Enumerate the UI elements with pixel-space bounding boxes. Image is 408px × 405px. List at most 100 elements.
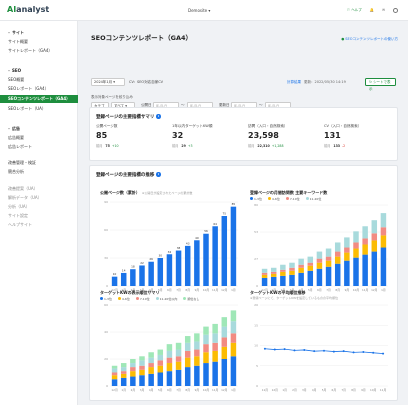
sidebar-item-seo-report-ua[interactable]: SEOレポート（UA） bbox=[8, 105, 78, 113]
legend-item: 11-20位以内 bbox=[155, 297, 181, 301]
sidebar-item-competitor[interactable]: 競合分析 bbox=[8, 168, 78, 176]
help-link[interactable]: ⚐ ヘルプ bbox=[347, 8, 362, 12]
bar-segment bbox=[353, 231, 359, 243]
bar-segment bbox=[184, 357, 191, 368]
main-content: SEOコンテンツレポート（GA4） ●SEOコンテンツレポートの使い方 2024… bbox=[79, 21, 408, 405]
cv-value[interactable]: SEO対応自家CV bbox=[137, 80, 163, 84]
info-icon[interactable]: i bbox=[156, 172, 161, 177]
metric-prev-value: 29 bbox=[181, 144, 186, 148]
legend-swatch bbox=[305, 197, 309, 200]
bell-icon[interactable]: 🔔 bbox=[370, 8, 374, 12]
bar-segment bbox=[289, 262, 295, 269]
bar-segment bbox=[212, 333, 218, 344]
chart1-svg: 0306090101418222630343843495664758512月 1月… bbox=[104, 200, 238, 292]
bar bbox=[148, 261, 154, 286]
legend-swatch bbox=[155, 297, 159, 300]
trend-title-text: 登録ページの主要指標の推移 bbox=[96, 172, 155, 178]
bar bbox=[184, 245, 191, 286]
bar-segment bbox=[175, 349, 182, 357]
bar-segment bbox=[111, 375, 118, 380]
site-selector[interactable]: Demosite ▾ bbox=[188, 8, 210, 13]
bar-value-label: 85 bbox=[232, 202, 236, 206]
sidebar-item-analysis-ua[interactable]: 分析（UA） bbox=[8, 203, 78, 211]
guide-link[interactable]: ●SEOコンテンツレポートの使い方 bbox=[341, 37, 398, 41]
bar-segment bbox=[280, 264, 286, 271]
bar-segment bbox=[362, 226, 368, 239]
bar-segment bbox=[221, 317, 228, 327]
bar-segment bbox=[203, 326, 209, 335]
metric-label: 公開ページ数 bbox=[96, 124, 118, 128]
sidebar-item-help-site[interactable]: ヘルプサイト bbox=[8, 221, 78, 229]
bar-segment bbox=[148, 367, 154, 375]
logo-text: analyst bbox=[16, 5, 50, 14]
metric-label: 訪問（入口・自然検索） bbox=[248, 124, 288, 128]
updated-time: 更新：2022/05/30 14:19 bbox=[304, 80, 346, 84]
legend-item: 4-6位 bbox=[267, 197, 283, 201]
chevron-down-icon: ▾ bbox=[113, 80, 116, 84]
sidebar-item-ads-report[interactable]: 広告レポート bbox=[8, 143, 78, 151]
metric-card: 訪問（入口・自然検索） 23,598 前月 22,310 +1,288 bbox=[248, 120, 316, 150]
chevron-down-icon: ▾ bbox=[208, 8, 211, 13]
bar-segment bbox=[130, 367, 136, 372]
sidebar-item-improvement[interactable]: 改善管理・検証 bbox=[8, 159, 78, 167]
legend-label: 7-10位 bbox=[289, 196, 300, 201]
bar-segment bbox=[111, 368, 118, 373]
x-tick-label: 1月 bbox=[231, 388, 236, 392]
sheet-view-button[interactable]: ↻ シートで表示 bbox=[365, 78, 396, 91]
legend-swatch bbox=[285, 197, 289, 200]
chart-target-kw-rank: ターゲットKWの表示順位サマリ 1-3位 4-6位 7-10位 11-20位以内 順位な… bbox=[100, 290, 240, 400]
legend-label: 順位なし bbox=[187, 296, 200, 301]
metric-diff: -2 bbox=[342, 144, 346, 148]
bar-segment bbox=[130, 359, 136, 364]
bar-segment bbox=[325, 267, 332, 287]
info-icon[interactable]: i bbox=[156, 114, 161, 119]
sidebar-section-site[interactable]: サイト bbox=[8, 30, 24, 35]
x-tick-label: 7月 bbox=[176, 388, 181, 392]
bar-segment bbox=[362, 254, 368, 287]
user-avatar-icon[interactable] bbox=[393, 8, 398, 13]
bar-segment bbox=[289, 275, 295, 287]
bar-segment bbox=[289, 271, 295, 276]
metric-label: CV（入口・自然検索） bbox=[324, 124, 362, 128]
legend-label: 1-3位 bbox=[254, 196, 262, 201]
line-point bbox=[263, 347, 266, 350]
sidebar-section-ads[interactable]: 広告 bbox=[8, 126, 20, 131]
bar bbox=[111, 276, 118, 286]
x-tick-label: 5月 bbox=[322, 388, 327, 392]
bar-segment bbox=[139, 356, 145, 361]
chart2-svg: 027538012月 1月 2月 3月 4月 5月 6月 7月 8月 9月 10月 11月 12月 1月 bbox=[254, 203, 388, 292]
bar-segment bbox=[212, 351, 218, 362]
period-select[interactable]: 2024年1月 ▾ bbox=[91, 78, 125, 86]
bar-segment bbox=[221, 347, 228, 360]
sidebar-item-seo-overview[interactable]: SEO概要 bbox=[8, 76, 78, 84]
sidebar-item-seo-content-report[interactable]: SEOコンテンツレポート（GA4） bbox=[0, 95, 78, 103]
sidebar-item-seo-report-ga4[interactable]: SEOレポート（GA4） bbox=[8, 85, 78, 93]
sidebar-item-site-report[interactable]: サイトレポート（GA4） bbox=[8, 47, 78, 55]
sidebar-item-ads-overview[interactable]: 広告概要 bbox=[8, 134, 78, 142]
header-actions: ⚐ ヘルプ 🔔 ✉ bbox=[347, 8, 398, 13]
sidebar-item-proposal-ua[interactable]: 改善提案（UA） bbox=[8, 185, 78, 193]
bar-segment bbox=[261, 278, 268, 287]
y-tick-label: 0 bbox=[256, 284, 258, 288]
sidebar-item-analytics-ua[interactable]: 解析データ（UA） bbox=[8, 194, 78, 202]
sidebar: サイト サイト概要 サイトレポート（GA4） SEO SEO概要 SEOレポート… bbox=[0, 21, 78, 405]
trend-title: 登録ページの主要指標の推移 i bbox=[96, 172, 161, 178]
calc-result-link[interactable]: 計算結果 bbox=[287, 80, 301, 84]
logo[interactable]: AIanalyst bbox=[7, 5, 49, 15]
sidebar-section-seo[interactable]: SEO bbox=[8, 68, 21, 73]
bar-segment bbox=[148, 352, 154, 358]
legend-item: 4-6位 bbox=[117, 297, 133, 301]
bar-segment bbox=[120, 371, 127, 375]
sidebar-item-site-settings[interactable]: サイト設定 bbox=[8, 212, 78, 220]
bar-segment bbox=[203, 352, 209, 364]
bar-segment bbox=[120, 374, 127, 379]
bar-segment bbox=[362, 244, 368, 255]
mail-icon[interactable]: ✉ bbox=[382, 8, 385, 12]
bar-segment bbox=[371, 240, 378, 252]
legend-item: 7-10位 bbox=[285, 196, 303, 201]
metric-prev-value: 75 bbox=[105, 144, 110, 148]
sidebar-item-site-overview[interactable]: サイト概要 bbox=[8, 38, 78, 46]
bar-value-label: 14 bbox=[122, 268, 126, 272]
metric-label: 1年以内ターゲットKW順 bbox=[172, 124, 213, 128]
line-point bbox=[313, 349, 316, 352]
